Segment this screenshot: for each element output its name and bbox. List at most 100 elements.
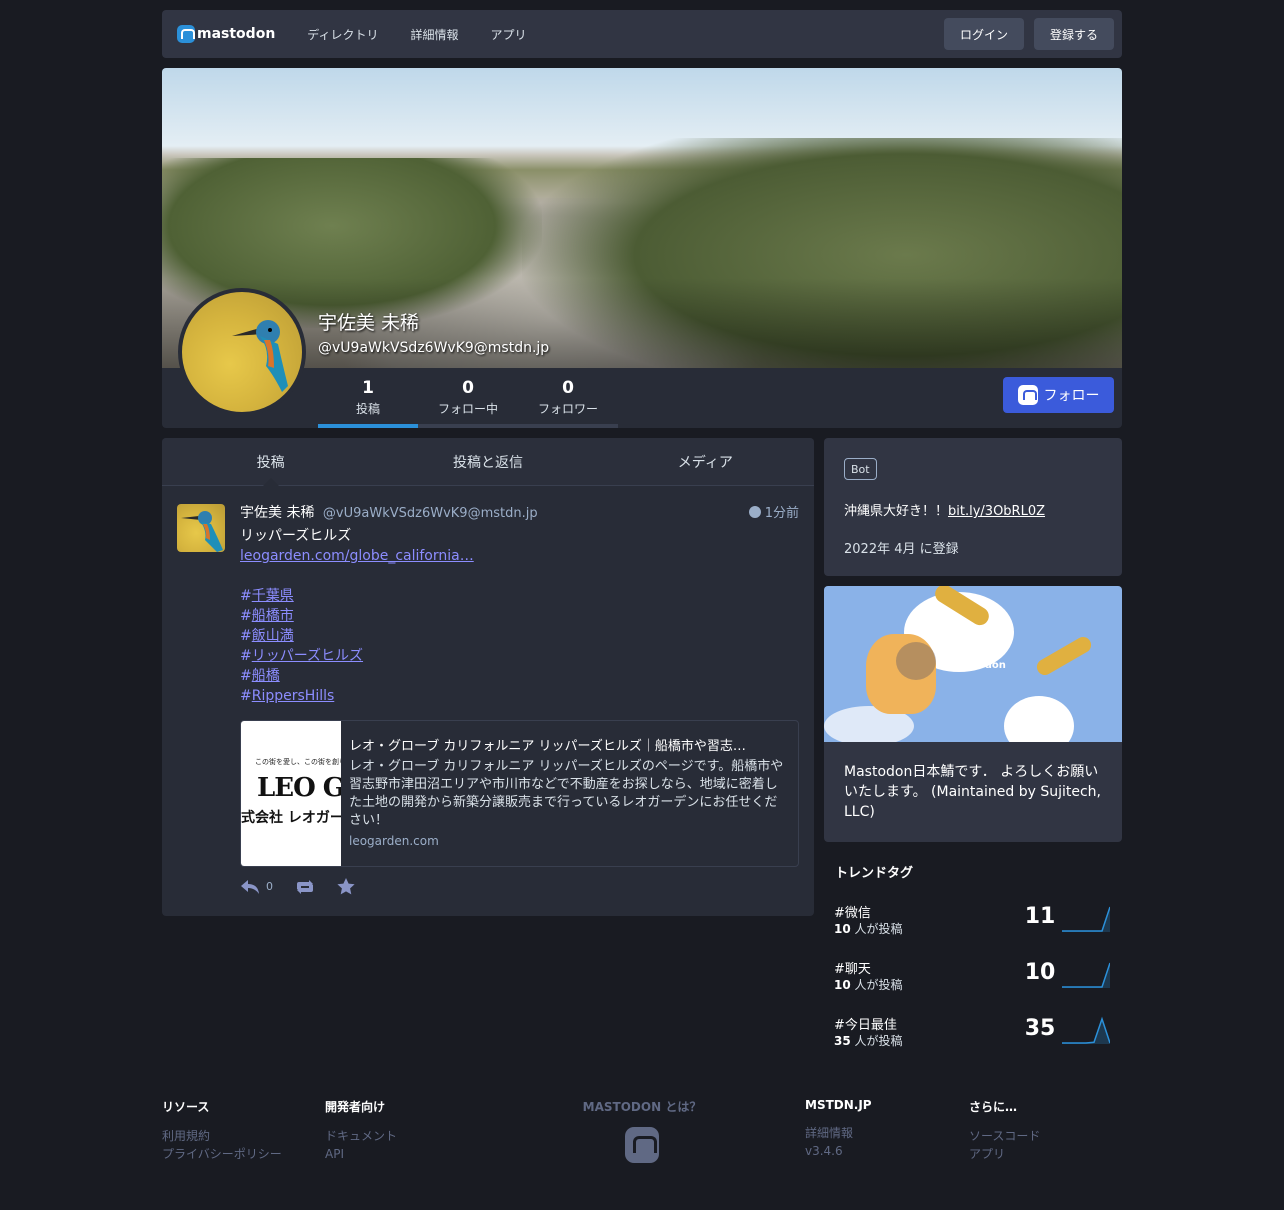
trending-tag-uses: 10 (1024, 960, 1056, 985)
account-bio: 沖縄県大好き！！bit.ly/3ObRL0Z (844, 504, 1046, 519)
profile-header: 宇佐美 未稀 @vU9aWkVSdz6WvK9@mstdn.jp 1 投稿 0 … (162, 68, 1122, 428)
counter-following-label: フォロー中 (437, 402, 498, 416)
login-button[interactable]: ログイン (943, 18, 1024, 50)
profile-account-handle: @vU9aWkVSdz6WvK9@mstdn.jp (318, 340, 550, 356)
reply-button[interactable]: 0 (240, 879, 273, 895)
kingfisher-image (232, 320, 288, 392)
profile-banner-image (162, 68, 1122, 368)
link-preview-image: この街を愛し、この街を創り、住 LEO GAR 式会社 レオガーデ (241, 721, 341, 866)
nav-directory-link[interactable]: ディレクトリ (307, 26, 378, 43)
profile-counters: 1 投稿 0 フォロー中 0 フォロワー (318, 370, 618, 428)
trending-tag-people: 35 人が投稿 (834, 1034, 903, 1048)
mastodon-icon[interactable] (625, 1127, 659, 1163)
footer-apps-link[interactable]: アプリ (969, 1145, 1040, 1163)
trending-tag-name[interactable]: 微信 (834, 902, 871, 921)
hashtag-link[interactable]: 船橋市 (252, 608, 294, 624)
trending-tag-people: 10 人が投稿 (834, 922, 903, 936)
counter-posts[interactable]: 1 投稿 (318, 370, 418, 428)
account-about-panel: Bot 沖縄県大好き！！bit.ly/3ObRL0Z 2022年 4月 に登録 (824, 438, 1122, 576)
link-preview-title: レオ・グローブ カリフォルニア リッパーズヒルズ｜船橋市や習志… (349, 739, 746, 754)
tab-media[interactable]: メディア (597, 438, 814, 485)
footer-developers: 開発者向け ドキュメント API (325, 1098, 397, 1163)
mastodon-mascot-icon (866, 634, 936, 714)
counter-followers-number: 0 (562, 378, 574, 398)
reply-count: 0 (266, 880, 273, 893)
sparkline-line (1062, 906, 1110, 932)
follow-button[interactable]: フォロー (1003, 377, 1114, 413)
mastodon-logo[interactable]: mastodon (177, 25, 275, 43)
trending-tag-people: 10 人が投稿 (834, 978, 903, 992)
link-preview-description: レオ・グローブ カリフォルニア リッパーズヒルズのページです。船橋市や習志野市津… (349, 759, 784, 828)
footer-instance: MSTDN.JP 詳細情報 v3.4.6 (805, 1098, 872, 1160)
trending-tag-row[interactable]: 微信10 人が投稿 11 (834, 902, 1122, 946)
reply-icon (241, 879, 259, 894)
favourite-icon (337, 878, 355, 895)
status-display-name[interactable]: 宇佐美 未稀 (240, 505, 314, 521)
boost-icon (297, 879, 313, 894)
footer-developers-title: 開発者向け (325, 1100, 386, 1114)
counter-followers-label: フォロワー (537, 402, 598, 416)
tab-posts-and-replies[interactable]: 投稿と返信 (379, 438, 596, 485)
hero-logo-text: mastodon (950, 660, 1006, 671)
footer-privacy-link[interactable]: プライバシーポリシー (162, 1145, 282, 1163)
footer-source-link[interactable]: ソースコード (969, 1127, 1040, 1145)
follow-button-label: フォロー (1043, 388, 1100, 404)
counter-following[interactable]: 0 フォロー中 (418, 370, 518, 428)
bio-link[interactable]: bit.ly/3ObRL0Z (948, 504, 1045, 519)
trend-sparkline (1062, 906, 1110, 932)
hashtag-link[interactable]: 飯山満 (252, 628, 294, 644)
counter-following-number: 0 (462, 378, 474, 398)
profile-avatar[interactable] (178, 288, 306, 416)
sparkline-line (1062, 962, 1110, 988)
footer-resources: リソース 利用規約 プライバシーポリシー (162, 1098, 282, 1163)
footer-version-link[interactable]: v3.4.6 (805, 1142, 872, 1160)
mastodon-icon (177, 25, 195, 43)
kingfisher-thumb-icon (181, 511, 223, 552)
footer-more: さらに… ソースコード アプリ (969, 1098, 1040, 1163)
hashtag-link[interactable]: リッパーズヒルズ (252, 648, 363, 664)
footer-more-title: さらに… (969, 1100, 1018, 1114)
status-time-text: 1分前 (764, 506, 799, 521)
profile-display-name: 宇佐美 未稀 (318, 312, 420, 334)
server-description: Mastodon日本鯖です． よろしくお願いいたします。 (Maintained… (844, 764, 1101, 820)
trending-tag-row[interactable]: 今日最佳35 人が投稿 35 (834, 1014, 1122, 1058)
counter-followers[interactable]: 0 フォロワー (518, 370, 618, 428)
footer-terms-link[interactable]: 利用規約 (162, 1127, 282, 1145)
trend-sparkline (1062, 1016, 1110, 1044)
status-timestamp[interactable]: 1分前 (748, 502, 799, 521)
status-avatar[interactable] (177, 504, 225, 552)
trending-tag-name[interactable]: 今日最佳 (834, 1014, 897, 1033)
logo-text: mastodon (197, 26, 276, 42)
status-title: リッパーズヒルズ (240, 528, 352, 544)
nav-about-link[interactable]: 詳細情報 (410, 26, 458, 43)
trending-tag-uses: 11 (1024, 904, 1056, 929)
hashtag-link[interactable]: 船橋 (252, 668, 280, 684)
trending-tag-row[interactable]: 聊天10 人が投稿 10 (834, 958, 1122, 1002)
top-navigation-bar: mastodon ディレクトリ 詳細情報 アプリ ログイン 登録する (162, 10, 1122, 58)
link-preview-host: leogarden.com (349, 834, 439, 848)
hashtag-link[interactable]: 千葉県 (252, 588, 294, 604)
hashtag-link[interactable]: RippersHills (252, 688, 335, 704)
footer-api-link[interactable]: API (325, 1145, 397, 1163)
status-account-handle[interactable]: @vU9aWkVSdz6WvK9@mstdn.jp (323, 506, 538, 521)
trend-sparkline (1062, 962, 1110, 988)
server-hero-panel: mastodon Mastodon日本鯖です． よろしくお願いいたします。 (M… (824, 586, 1122, 842)
register-button[interactable]: 登録する (1033, 18, 1114, 50)
footer-docs-link[interactable]: ドキュメント (325, 1127, 397, 1145)
footer-mastodon: MASTODON とは？ (580, 1098, 704, 1163)
footer-about-link[interactable]: 詳細情報 (805, 1124, 872, 1142)
status-link[interactable]: leogarden.com/globe_california… (240, 548, 474, 564)
server-hero-image: mastodon (824, 586, 1122, 742)
bot-badge: Bot (844, 458, 877, 480)
counter-posts-number: 1 (362, 378, 374, 398)
favourite-button[interactable] (337, 878, 355, 895)
boost-button[interactable] (295, 879, 315, 895)
link-preview-card[interactable]: この街を愛し、この街を創り、住 LEO GAR 式会社 レオガーデ レオ・グロー… (240, 720, 799, 867)
globe-icon (748, 506, 761, 518)
timeline-column: 投稿 投稿と返信 メディア 宇佐美 未稀 @vU9aWkVSdz6WvK9@ms… (162, 438, 814, 916)
trending-tag-name[interactable]: 聊天 (834, 958, 871, 977)
tab-posts[interactable]: 投稿 (162, 438, 379, 486)
status-content: リッパーズヒルズ leogarden.com/globe_california…… (240, 526, 799, 706)
nav-apps-link[interactable]: アプリ (490, 26, 526, 43)
joined-date: 2022年 4月 に登録 (844, 542, 959, 557)
